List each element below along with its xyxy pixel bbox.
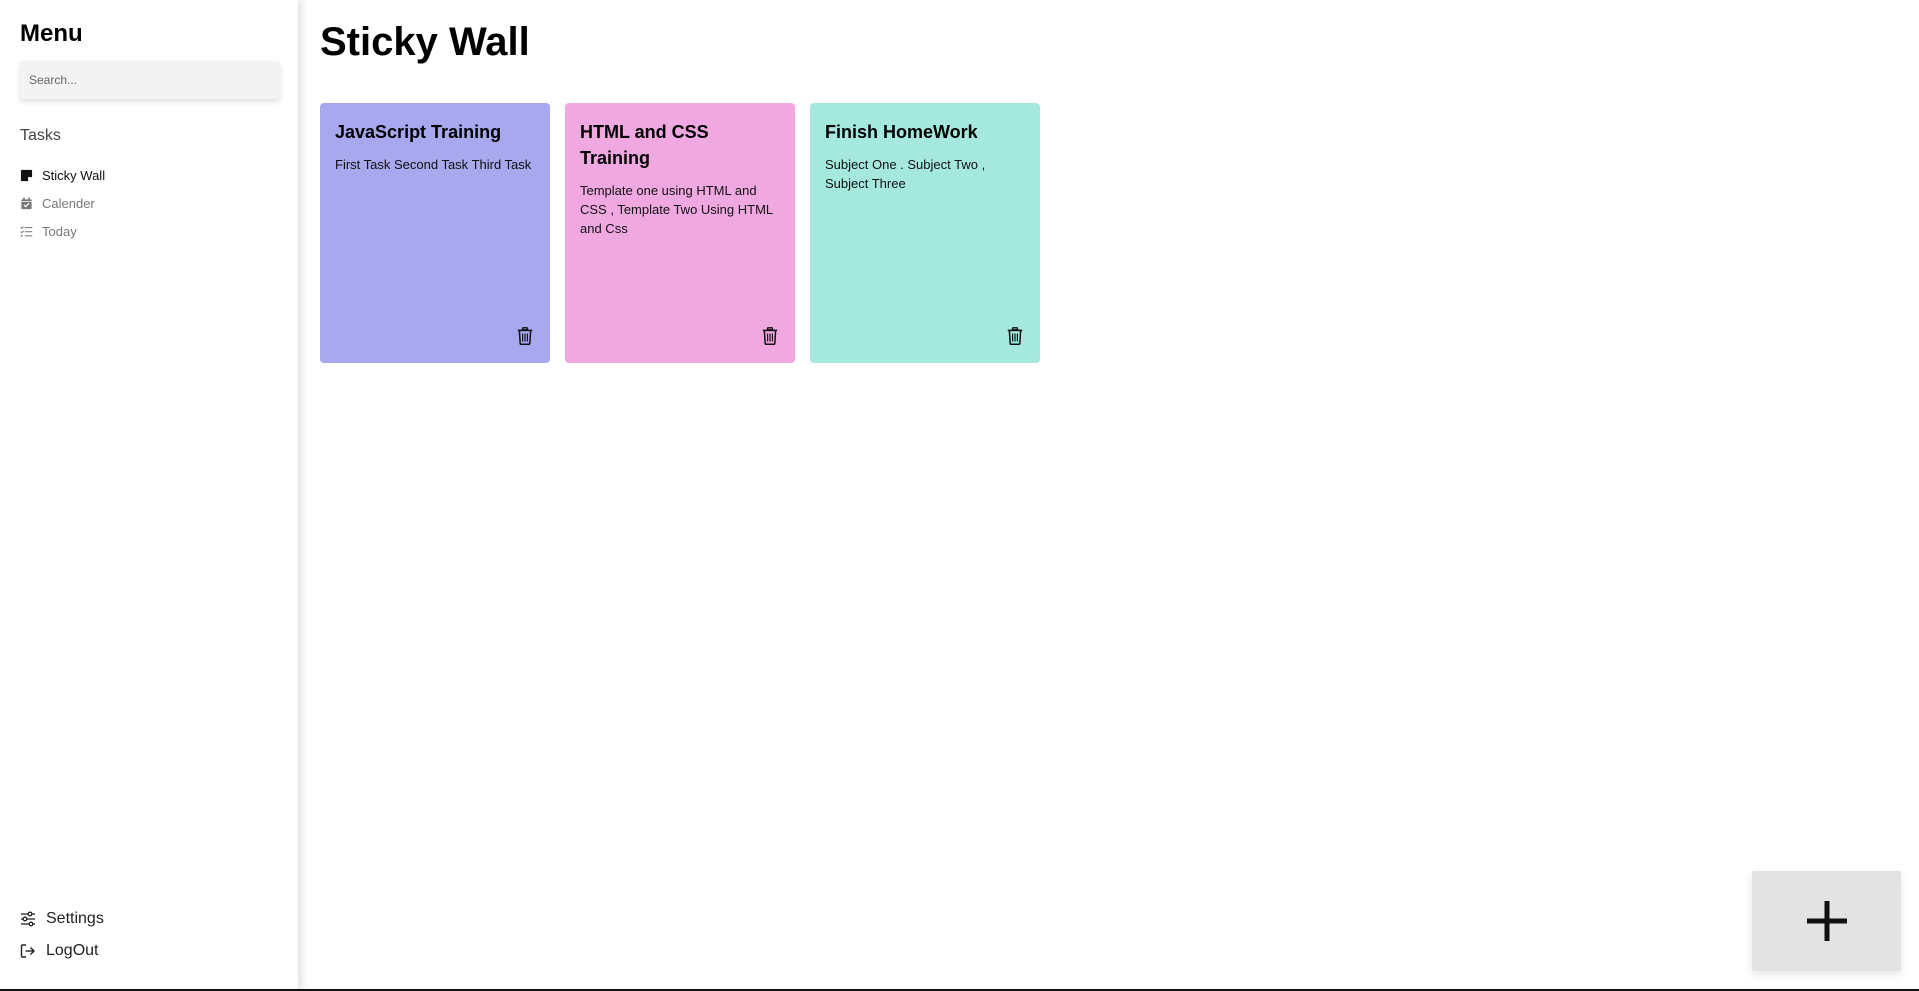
sticky-note-title: HTML and CSS Training <box>580 122 709 168</box>
tasks-nav: Sticky Wall Calender Today <box>20 161 280 245</box>
logout-button[interactable]: LogOut <box>20 935 280 967</box>
sidebar-item-today[interactable]: Today <box>20 217 280 245</box>
sidebar-item-sticky-wall[interactable]: Sticky Wall <box>20 161 280 189</box>
settings-label: Settings <box>46 910 104 927</box>
settings-button[interactable]: Settings <box>20 903 280 935</box>
sticky-notes-grid: JavaScript Training First Task Second Ta… <box>320 103 1040 363</box>
list-check-icon <box>20 225 33 237</box>
sign-out-icon <box>20 944 35 958</box>
sticky-note-body: Subject One . Subject Two , Subject Thre… <box>825 157 986 191</box>
sticky-note-card[interactable]: JavaScript Training First Task Second Ta… <box>320 103 550 363</box>
sticky-note-card[interactable]: HTML and CSS Training Template one using… <box>565 103 795 363</box>
bottom-nav: Settings LogOut <box>20 903 280 967</box>
sticky-note-card[interactable]: Finish HomeWork Subject One . Subject Tw… <box>810 103 1040 363</box>
sidebar-item-label: Calender <box>42 195 95 211</box>
page-title: Sticky Wall <box>320 20 530 64</box>
sticky-note-body: First Task Second Task Third Task <box>335 157 532 172</box>
menu-title: Menu <box>20 20 83 47</box>
sticky-note-title: Finish HomeWork <box>825 122 978 142</box>
sidebar-item-calender[interactable]: Calender <box>20 189 280 217</box>
trash-icon[interactable] <box>762 327 778 345</box>
sliders-icon <box>21 911 35 927</box>
sticky-note-icon <box>20 169 33 181</box>
add-note-button[interactable] <box>1752 871 1901 971</box>
sticky-note-title: JavaScript Training <box>335 122 502 142</box>
trash-icon[interactable] <box>517 327 533 345</box>
sticky-note-body: Template one using HTML and CSS , Templa… <box>580 183 773 236</box>
calendar-check-icon <box>21 196 32 209</box>
main-content: Sticky Wall JavaScript Training First Ta… <box>298 0 1919 991</box>
tasks-section-title: Tasks <box>20 127 61 144</box>
search-input[interactable] <box>20 61 280 99</box>
sidebar-item-label: Sticky Wall <box>42 167 106 183</box>
sidebar-item-label: Today <box>42 223 77 239</box>
trash-icon[interactable] <box>1007 327 1023 345</box>
logout-label: LogOut <box>46 942 99 959</box>
sidebar: Menu Tasks Sticky Wall Calender <box>0 0 298 991</box>
plus-icon <box>1806 901 1847 941</box>
